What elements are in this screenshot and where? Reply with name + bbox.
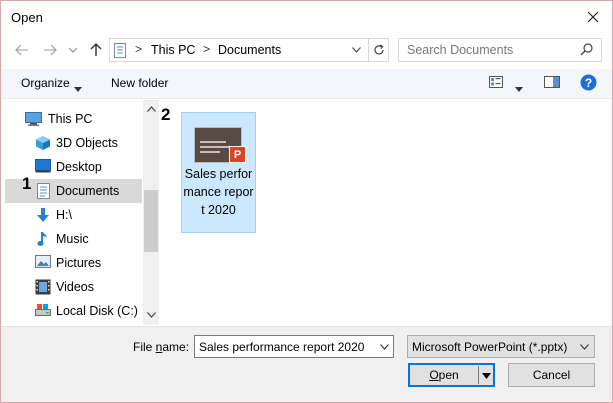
- sidebar-item-label: Documents: [56, 184, 120, 198]
- breadcrumb-this-pc[interactable]: This PC: [151, 43, 195, 57]
- search-input[interactable]: [407, 42, 577, 58]
- open-dialog: Open > This PC > Documents Search Docume…: [0, 0, 613, 403]
- file-name-label: File name:: [133, 340, 190, 354]
- sidebar-item-pictures[interactable]: Pictures: [5, 251, 142, 275]
- title-bar: Open: [1, 1, 612, 33]
- file-item[interactable]: P Sales performance report 2020: [181, 112, 256, 233]
- sidebar-item-label: Videos: [56, 280, 94, 294]
- drive-icon: [35, 303, 51, 319]
- breadcrumb-separator: >: [203, 42, 211, 56]
- close-icon[interactable]: [582, 6, 604, 28]
- sidebar-item-this-pc[interactable]: This PC: [5, 107, 142, 131]
- breadcrumb-documents[interactable]: Documents: [218, 43, 281, 57]
- sidebar-item-label: This PC: [48, 112, 93, 126]
- sidebar-item-label: Music: [56, 232, 89, 246]
- address-dropdown-chevron-icon[interactable]: [348, 42, 364, 58]
- command-bar: Organize New folder ?: [1, 69, 612, 99]
- music-note-icon: [37, 231, 53, 247]
- sidebar-item-videos[interactable]: Videos: [5, 275, 142, 299]
- breadcrumb-separator: >: [135, 42, 143, 56]
- file-name-input[interactable]: [199, 339, 369, 355]
- file-name-label: Sales performance report 2020: [183, 167, 254, 217]
- organize-button[interactable]: Organize: [21, 76, 70, 90]
- sidebar-item-3d-objects[interactable]: 3D Objects: [5, 131, 142, 155]
- window-title: Open: [11, 10, 43, 25]
- scroll-down-chevron-icon[interactable]: [143, 307, 159, 323]
- film-icon: [35, 279, 51, 295]
- new-folder-button[interactable]: New folder: [111, 76, 168, 90]
- sidebar-scrollbar[interactable]: [143, 100, 159, 325]
- step-marker-2: 2: [161, 105, 171, 124]
- forward-arrow-icon[interactable]: [41, 41, 59, 59]
- scroll-up-chevron-icon[interactable]: [143, 101, 159, 117]
- sidebar-item-local-disk[interactable]: Local Disk (C:): [5, 299, 142, 323]
- recent-locations-chevron-icon[interactable]: [64, 41, 82, 59]
- open-button[interactable]: Open: [408, 363, 495, 387]
- picture-icon: [35, 255, 51, 271]
- navigation-pane: This PC 3D Objects Desktop Documents H:\: [1, 100, 159, 325]
- file-name-combobox[interactable]: [194, 335, 394, 358]
- document-icon: [37, 183, 53, 199]
- open-button-label: Open: [429, 368, 459, 382]
- search-box[interactable]: [398, 38, 602, 62]
- download-arrow-icon: [35, 207, 51, 223]
- sidebar-item-label: 3D Objects: [56, 136, 118, 150]
- up-arrow-icon[interactable]: [87, 41, 105, 59]
- cancel-button-label: Cancel: [532, 368, 571, 382]
- step-marker-1: 1: [22, 174, 32, 193]
- dialog-footer: File name: Microsoft PowerPoint (*.pptx)…: [1, 326, 612, 402]
- file-list: P Sales performance report 2020: [161, 100, 612, 325]
- search-icon[interactable]: [580, 43, 593, 59]
- organize-caret-icon[interactable]: [74, 81, 82, 95]
- sidebar-item-label: H:\: [56, 208, 72, 222]
- location-icon: [114, 43, 126, 61]
- computer-icon: [25, 111, 42, 127]
- view-options-icon[interactable]: [489, 75, 503, 92]
- split-divider: [478, 366, 479, 384]
- sidebar-item-music[interactable]: Music: [5, 227, 142, 251]
- powerpoint-icon: P: [229, 146, 246, 163]
- file-type-dropdown-chevron-icon[interactable]: [577, 339, 591, 355]
- cube-icon: [35, 135, 51, 151]
- back-arrow-icon[interactable]: [13, 41, 31, 59]
- svg-text:?: ?: [585, 76, 592, 90]
- cancel-button[interactable]: Cancel: [508, 363, 595, 387]
- sidebar-item-label: Desktop: [56, 160, 102, 174]
- sidebar-item-label: Pictures: [56, 256, 102, 270]
- open-options-caret-icon[interactable]: [481, 369, 492, 386]
- preview-pane-icon[interactable]: [544, 75, 560, 92]
- sidebar-item-label: Local Disk (C:): [56, 304, 138, 318]
- scrollbar-thumb[interactable]: [144, 190, 158, 252]
- desktop-icon: [35, 159, 51, 175]
- file-type-value: Microsoft PowerPoint (*.pptx): [412, 340, 568, 354]
- view-caret-icon[interactable]: [515, 81, 523, 95]
- sidebar-item-h-drive[interactable]: H:\: [5, 203, 142, 227]
- refresh-icon[interactable]: [368, 39, 389, 61]
- file-name-dropdown-chevron-icon[interactable]: [377, 339, 391, 355]
- address-bar[interactable]: > This PC > Documents: [109, 38, 389, 62]
- file-type-select[interactable]: Microsoft PowerPoint (*.pptx): [407, 335, 595, 358]
- help-icon[interactable]: ?: [580, 74, 597, 94]
